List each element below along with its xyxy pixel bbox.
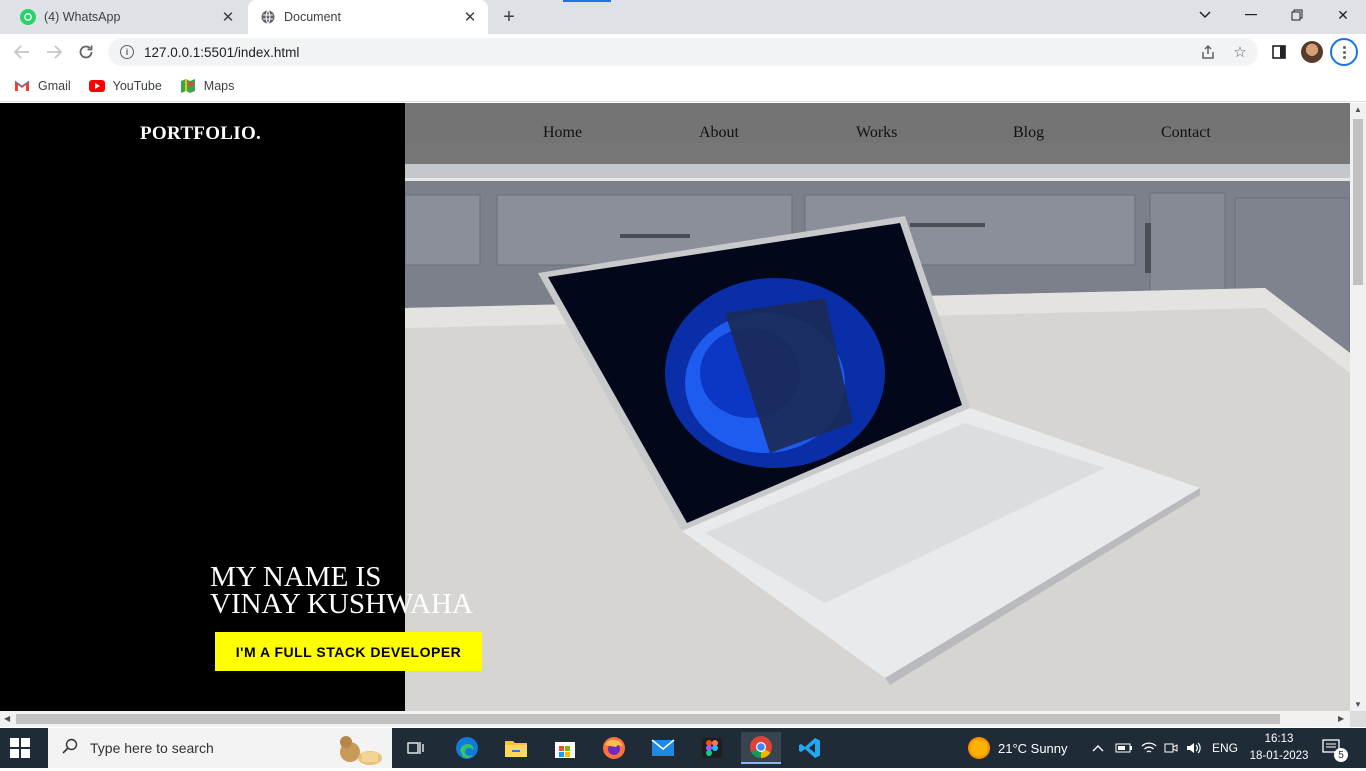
hero-image	[405, 103, 1350, 711]
taskbar-search-box[interactable]: Type here to search	[48, 728, 392, 768]
language-indicator[interactable]: ENG	[1212, 728, 1238, 768]
share-icon[interactable]	[1195, 39, 1221, 65]
weather-text: 21°C Sunny	[998, 740, 1068, 756]
nav-home-link[interactable]: Home	[543, 124, 582, 142]
nav-blog-link[interactable]: Blog	[1013, 124, 1044, 142]
figma-icon[interactable]	[692, 732, 732, 764]
windows-taskbar: Type here to search 21°C Sunny ENG 16:13…	[0, 728, 1366, 768]
weather-widget[interactable]: 21°C Sunny	[968, 728, 1068, 768]
globe-icon	[260, 9, 276, 25]
tab-strip-indicator	[563, 0, 611, 2]
side-panel-icon[interactable]	[1266, 39, 1292, 65]
notification-count-badge: 5	[1334, 748, 1348, 762]
youtube-icon	[88, 79, 105, 93]
nav-contact-link[interactable]: Contact	[1161, 124, 1211, 142]
heading-line-1: MY NAME IS	[210, 561, 382, 593]
chrome-icon[interactable]	[741, 732, 781, 764]
vscode-icon[interactable]	[790, 732, 830, 764]
heading-line-2: VINAY KUSHWAHA	[210, 588, 473, 620]
tab-strip: (4) WhatsApp ✕ Document ✕ + ✕	[0, 0, 1366, 34]
task-view-icon[interactable]	[396, 732, 436, 764]
minimize-button[interactable]	[1228, 0, 1274, 30]
horizontal-scrollbar[interactable]: ◀ ▶	[0, 711, 1350, 727]
file-explorer-icon[interactable]	[496, 732, 536, 764]
restore-button[interactable]	[1274, 0, 1320, 30]
bookmarks-bar: Gmail YouTube Maps	[0, 70, 1366, 102]
mail-icon[interactable]	[643, 732, 683, 764]
battery-icon[interactable]	[1115, 728, 1133, 768]
close-tab-icon[interactable]: ✕	[218, 7, 238, 27]
tab-search-icon[interactable]	[1182, 0, 1228, 30]
scroll-left-arrow-icon[interactable]: ◀	[4, 714, 10, 723]
profile-avatar[interactable]	[1301, 41, 1323, 63]
clock-time: 16:13	[1264, 733, 1294, 745]
close-window-button[interactable]: ✕	[1320, 0, 1366, 30]
microsoft-store-icon[interactable]	[545, 732, 585, 764]
scrollbar-corner	[1350, 711, 1366, 727]
firefox-icon[interactable]	[594, 732, 634, 764]
tab-title: Document	[284, 10, 341, 24]
hero-heading: MY NAME IS VINAY KUSHWAHA	[210, 561, 473, 620]
browser-toolbar: i 127.0.0.1:5501/index.html ☆	[0, 34, 1366, 70]
clock-date: 18-01-2023	[1249, 750, 1309, 762]
url-text: 127.0.0.1:5501/index.html	[144, 44, 300, 60]
bookmark-gmail[interactable]: Gmail	[14, 79, 71, 93]
site-logo[interactable]: PORTFOLIO.	[140, 123, 261, 145]
bookmark-maps[interactable]: Maps	[180, 78, 234, 93]
bookmark-youtube[interactable]: YouTube	[88, 79, 162, 93]
reload-button[interactable]	[72, 38, 100, 66]
page-viewport: Home About Works Blog Contact PORTFOLIO.…	[0, 103, 1350, 711]
search-placeholder: Type here to search	[90, 740, 214, 756]
chrome-menu-button[interactable]	[1330, 38, 1358, 66]
close-tab-icon[interactable]: ✕	[460, 7, 480, 27]
maps-icon	[180, 78, 196, 93]
site-info-icon[interactable]: i	[120, 45, 134, 59]
show-hidden-icons-chevron-icon[interactable]	[1092, 728, 1104, 768]
scroll-right-arrow-icon[interactable]: ▶	[1338, 714, 1344, 723]
back-button[interactable]	[8, 38, 36, 66]
gmail-icon	[14, 79, 30, 93]
vertical-scroll-thumb[interactable]	[1353, 119, 1363, 285]
bookmark-star-icon[interactable]: ☆	[1227, 39, 1253, 65]
wifi-icon[interactable]	[1141, 728, 1157, 768]
whatsapp-icon	[20, 9, 36, 25]
scroll-down-arrow-icon[interactable]: ▼	[1354, 700, 1362, 709]
address-bar[interactable]: i 127.0.0.1:5501/index.html	[108, 38, 1258, 66]
vertical-scrollbar[interactable]: ▲ ▼	[1350, 103, 1366, 711]
forward-button[interactable]	[40, 38, 68, 66]
edge-icon[interactable]	[447, 732, 487, 764]
horizontal-scroll-thumb[interactable]	[16, 714, 1280, 724]
search-highlight-icon	[328, 730, 388, 771]
volume-icon[interactable]	[1186, 728, 1202, 768]
new-tab-button[interactable]: +	[497, 5, 521, 29]
tab-document[interactable]: Document ✕	[248, 0, 488, 34]
developer-cta-button[interactable]: I'M A FULL STACK DEVELOPER	[215, 632, 482, 671]
system-clock[interactable]: 16:13 18-01-2023	[1246, 731, 1312, 765]
search-icon	[62, 738, 78, 759]
tab-title: (4) WhatsApp	[44, 10, 121, 24]
meet-now-icon[interactable]	[1164, 728, 1178, 768]
scroll-up-arrow-icon[interactable]: ▲	[1354, 105, 1362, 114]
nav-about-link[interactable]: About	[699, 124, 739, 142]
nav-works-link[interactable]: Works	[856, 124, 897, 142]
sun-icon	[968, 737, 990, 759]
tab-whatsapp[interactable]: (4) WhatsApp ✕	[8, 0, 246, 34]
laptop-photo	[405, 143, 1350, 711]
windows-start-icon[interactable]	[10, 738, 30, 758]
notification-center-icon[interactable]: 5	[1322, 728, 1348, 768]
